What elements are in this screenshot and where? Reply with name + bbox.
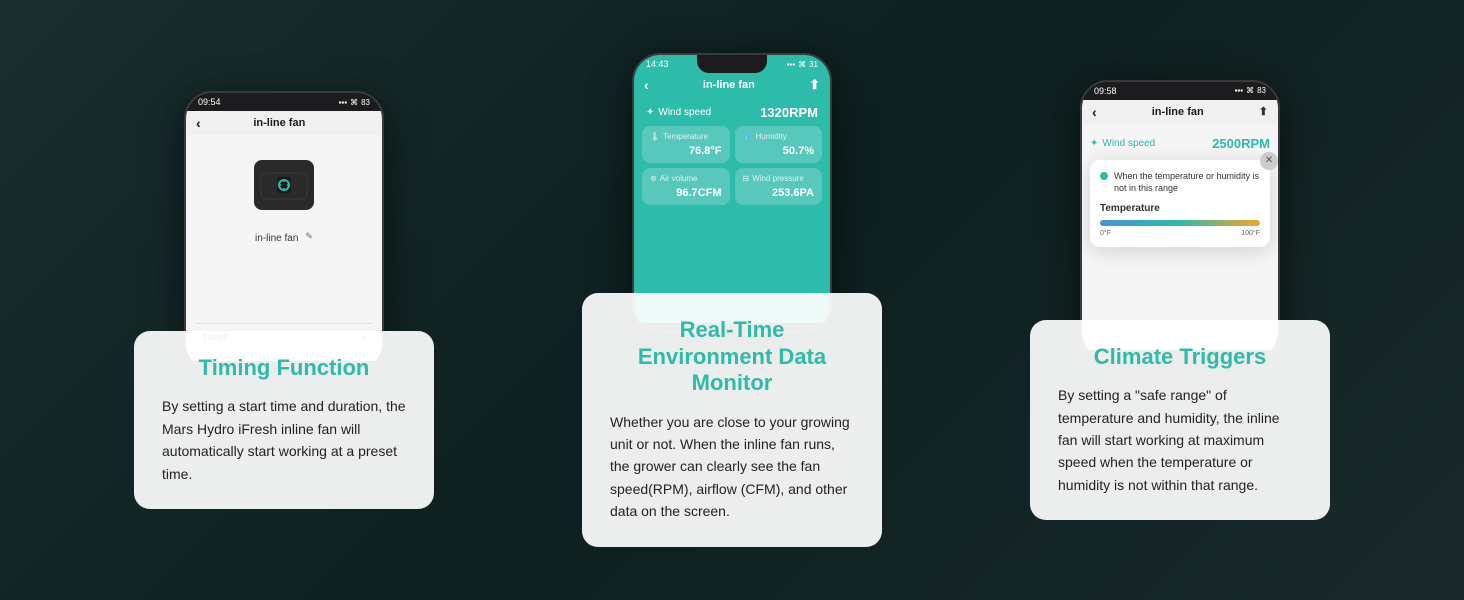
temp-label: 🌡 Temperature (650, 132, 722, 141)
wind-speed-value: 1320RPM (760, 105, 818, 120)
realtime-section: 14:43 ▪▪▪ ⌘ 31 ‹ in-line fan ⬆ (562, 53, 902, 546)
popup-section-title: Temperature (1100, 203, 1260, 214)
droplet-icon: 💧 (743, 132, 753, 141)
wind-label: ✦ Wind speed (646, 107, 711, 118)
realtime-info-card: Real-Time Environment Data Monitor Wheth… (582, 293, 882, 546)
phone-1: 09:54 ▪▪▪ ⌘ 83 ‹ in-line fan (184, 91, 384, 371)
status-icons-3: ▪▪▪ ⌘ 83 (1235, 86, 1266, 95)
device-name-1: in-line fan (255, 233, 298, 244)
time-1: 09:54 (198, 97, 221, 107)
header-title-1: in-line fan (253, 117, 305, 129)
fan-icon-container (249, 155, 319, 215)
temp-max-label: 100°F (1241, 230, 1260, 237)
time-3: 09:58 (1094, 86, 1117, 96)
air-value: 96.7CFM (650, 187, 722, 199)
phone2-body: ✦ Wind speed 1320RPM 🌡 Temperature 76.8°… (634, 97, 830, 323)
phone-notch-3 (1145, 82, 1215, 100)
phone-notch-2 (697, 55, 767, 73)
status-icons-2: ▪▪▪ ⌘ 31 (787, 60, 818, 69)
back-icon-1[interactable]: ‹ (196, 115, 201, 131)
status-icons-1: ▪▪▪ ⌘ 83 (339, 98, 370, 107)
climate-popup-card: ✕ When the temperature or humidity is no… (1090, 160, 1270, 247)
pressure-label: ⊟ Wind pressure (743, 174, 815, 183)
back-icon-3[interactable]: ‹ (1092, 104, 1097, 120)
pressure-value: 253.6PA (743, 187, 815, 199)
wind-speed-value-3: 2500RPM (1212, 136, 1270, 151)
phone-2: 14:43 ▪▪▪ ⌘ 31 ‹ in-line fan ⬆ (632, 53, 832, 333)
temp-value: 76.8°F (650, 145, 722, 157)
wind-row-dark: ✦ Wind speed 2500RPM (1090, 132, 1270, 155)
air-card: ⊚ Air volume 96.7CFM (642, 168, 730, 205)
sensor-grid: 🌡 Temperature 76.8°F 💧 Humidity 50.7% (642, 126, 822, 205)
temp-card: 🌡 Temperature 76.8°F (642, 126, 730, 163)
battery-1: 83 (361, 98, 370, 107)
header-title-2: in-line fan (703, 79, 755, 91)
wind-speed-label: Wind speed (658, 107, 711, 118)
phone-notch-1 (249, 93, 319, 111)
wind-label-dark: ✦ Wind speed (1090, 138, 1155, 149)
air-label: ⊚ Air volume (650, 174, 722, 183)
share-icon-3[interactable]: ⬆ (1259, 105, 1268, 118)
signal-icon-1: ▪▪▪ (339, 98, 348, 107)
main-container: 09:54 ▪▪▪ ⌘ 83 ‹ in-line fan (0, 0, 1464, 600)
phone-frame-3: 09:58 ▪▪▪ ⌘ 83 ‹ in-line fan ⬆ (1080, 80, 1280, 360)
phone-header-2: ‹ in-line fan ⬆ (634, 73, 830, 97)
phone-3: 09:58 ▪▪▪ ⌘ 83 ‹ in-line fan ⬆ (1080, 80, 1280, 360)
pressure-card: ⊟ Wind pressure 253.6PA (735, 168, 823, 205)
fan-device-image (254, 160, 314, 210)
phone3-body: ✦ Wind speed 2500RPM ✕ When the temperat… (1082, 124, 1278, 350)
humidity-value: 50.7% (743, 145, 815, 157)
wind-speed-label-3: Wind speed (1102, 138, 1155, 149)
wifi-icon-3: ⌘ (1246, 86, 1254, 95)
phone1-body: in-line fan ✎ Timer › (186, 135, 382, 361)
header-title-3: in-line fan (1152, 106, 1204, 118)
thermometer-icon: 🌡 (650, 132, 660, 141)
timing-card-title: Timing Function (162, 355, 406, 381)
timing-section: 09:54 ▪▪▪ ⌘ 83 ‹ in-line fan (114, 91, 454, 509)
signal-icon-3: ▪▪▪ (1235, 86, 1244, 95)
temp-range-bar (1100, 220, 1260, 226)
phone-frame-1: 09:54 ▪▪▪ ⌘ 83 ‹ in-line fan (184, 91, 384, 371)
humidity-card: 💧 Humidity 50.7% (735, 126, 823, 163)
climate-card-title: Climate Triggers (1058, 344, 1302, 370)
battery-3: 83 (1257, 86, 1266, 95)
climate-section: 09:58 ▪▪▪ ⌘ 83 ‹ in-line fan ⬆ (1010, 80, 1350, 520)
timing-card-body: By setting a start time and duration, th… (162, 395, 406, 485)
wind-speed-row: ✦ Wind speed 1320RPM (642, 105, 822, 120)
popup-close-button[interactable]: ✕ (1260, 152, 1278, 170)
edit-icon-1[interactable]: ✎ (305, 231, 313, 242)
wifi-icon-1: ⌘ (350, 98, 358, 107)
air-icon: ⊚ (650, 174, 657, 183)
climate-card-body: By setting a "safe range" of temperature… (1058, 384, 1302, 496)
temp-min-label: 0°F (1100, 230, 1111, 237)
phone-header-1: ‹ in-line fan (186, 111, 382, 135)
humidity-label: 💧 Humidity (743, 132, 815, 141)
popup-dot-green (1100, 172, 1108, 180)
battery-2: 31 (809, 60, 818, 69)
realtime-card-body: Whether you are close to your growing un… (610, 411, 854, 523)
climate-info-card: Climate Triggers By setting a "safe rang… (1030, 320, 1330, 520)
popup-message-row: When the temperature or humidity is not … (1100, 170, 1260, 195)
phone-header-3: ‹ in-line fan ⬆ (1082, 100, 1278, 124)
wifi-icon-2: ⌘ (798, 60, 806, 69)
wind-icon: ✦ (646, 107, 654, 118)
wind-icon-3: ✦ (1090, 138, 1098, 149)
signal-icon-2: ▪▪▪ (787, 60, 796, 69)
temp-range-labels: 0°F 100°F (1100, 230, 1260, 237)
timing-info-card: Timing Function By setting a start time … (134, 331, 434, 509)
phone-frame-2: 14:43 ▪▪▪ ⌘ 31 ‹ in-line fan ⬆ (632, 53, 832, 333)
popup-message: When the temperature or humidity is not … (1114, 170, 1260, 195)
time-2: 14:43 (646, 59, 669, 69)
back-icon-2[interactable]: ‹ (644, 77, 649, 93)
share-icon-2[interactable]: ⬆ (809, 77, 820, 93)
realtime-card-title: Real-Time Environment Data Monitor (610, 317, 854, 396)
pressure-icon: ⊟ (743, 174, 750, 183)
